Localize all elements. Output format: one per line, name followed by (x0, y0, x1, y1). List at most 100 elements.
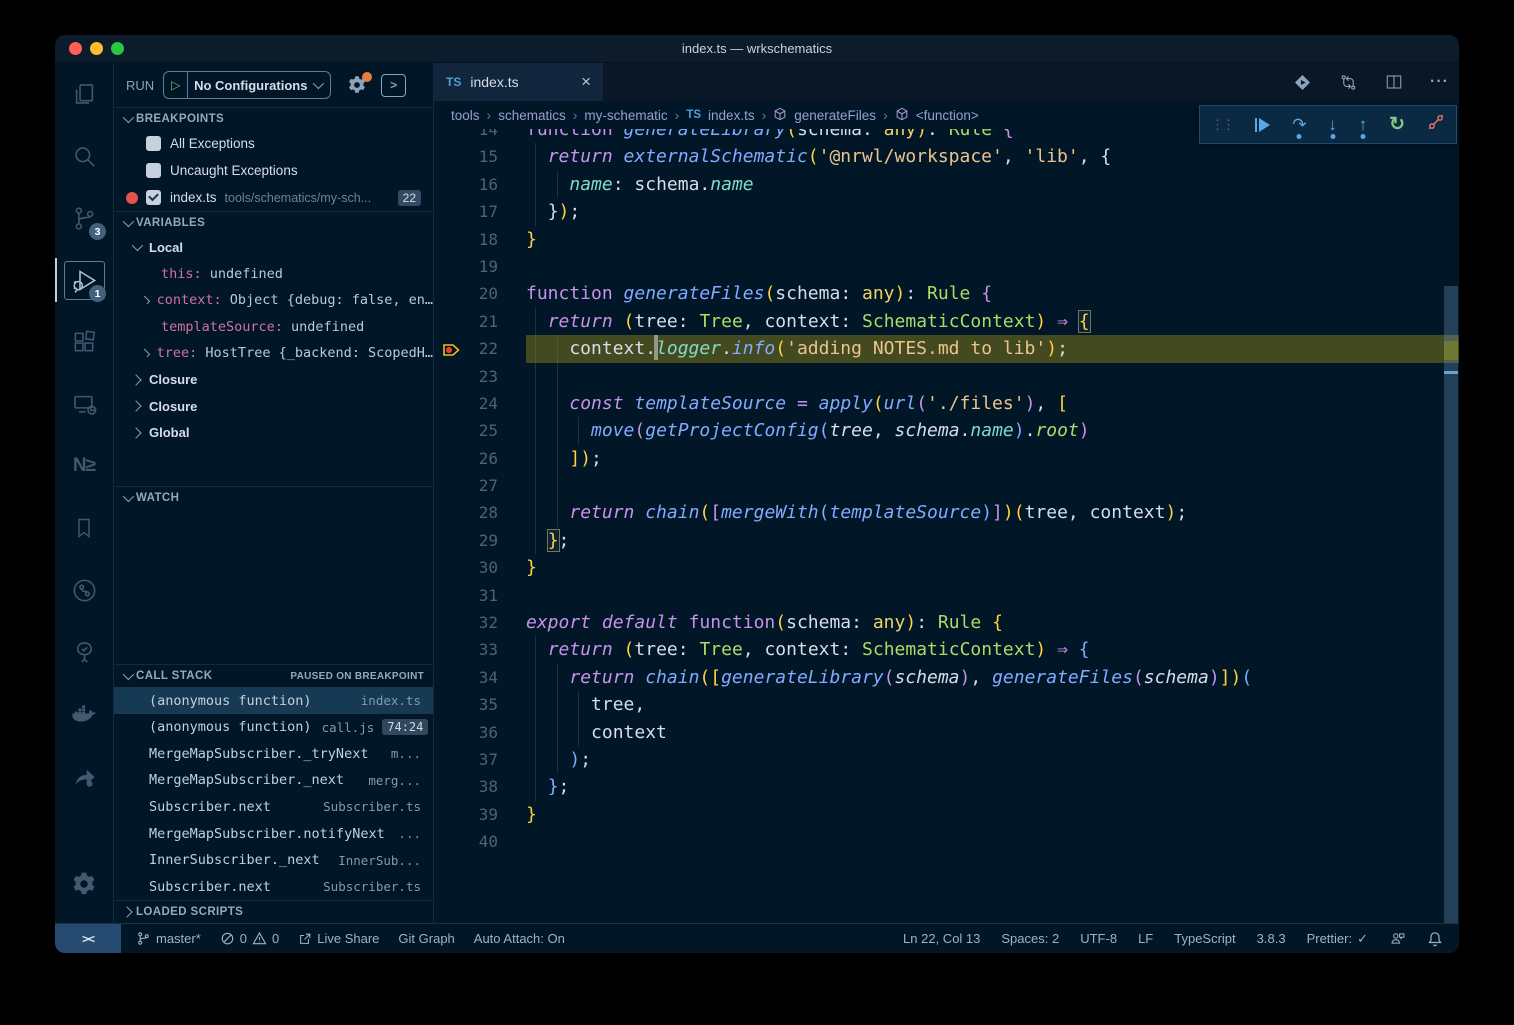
call-stack-frame[interactable]: (anonymous function)call.js74:24 (114, 714, 433, 741)
line-number-gutter[interactable]: 33 (434, 636, 526, 663)
feedback-button[interactable] (1389, 930, 1406, 947)
checkbox-unchecked[interactable] (146, 163, 161, 178)
line-number-gutter[interactable]: 21 (434, 308, 526, 335)
line-number-gutter[interactable]: 31 (434, 582, 526, 609)
call-stack-frame[interactable]: MergeMapSubscriber.notifyNext... (114, 820, 433, 847)
sidebar-item-bookmarks[interactable] (55, 497, 113, 559)
line-number-gutter[interactable]: 39 (434, 801, 526, 828)
breakpoint-row[interactable]: Uncaught Exceptions (114, 157, 433, 184)
line-number-gutter[interactable]: 37 (434, 746, 526, 773)
breadcrumb-item[interactable]: my-schematic (584, 108, 667, 123)
variable-row[interactable]: tree: HostTree {_backend: ScopedH… (114, 340, 433, 367)
close-window-button[interactable] (69, 42, 82, 55)
continue-button[interactable] (1255, 118, 1271, 132)
git-graph-button[interactable]: Git Graph (398, 931, 454, 946)
line-number-gutter[interactable]: 29 (434, 527, 526, 554)
auto-attach-toggle[interactable]: Auto Attach: On (474, 931, 565, 946)
sidebar-item-git-graph[interactable] (55, 559, 113, 621)
step-into-button[interactable]: ↓ (1328, 115, 1337, 135)
line-number-gutter[interactable]: 24 (434, 390, 526, 417)
line-number-gutter[interactable]: 35 (434, 691, 526, 718)
cursor-position-status[interactable]: Ln 22, Col 13 (903, 931, 980, 946)
typescript-version-status[interactable]: 3.8.3 (1257, 931, 1286, 946)
watch-header[interactable]: WATCH (114, 486, 433, 509)
line-number-gutter[interactable]: 18 (434, 226, 526, 253)
checkbox-checked[interactable] (146, 190, 161, 205)
encoding-status[interactable]: UTF-8 (1080, 931, 1117, 946)
line-number-gutter[interactable]: 28 (434, 499, 526, 526)
sidebar-item-testing[interactable] (55, 621, 113, 683)
minimize-window-button[interactable] (90, 42, 103, 55)
notifications-button[interactable] (1427, 931, 1443, 947)
call-stack-frame[interactable]: Subscriber.nextSubscriber.ts (114, 873, 433, 900)
line-number-gutter[interactable]: 25 (434, 417, 526, 444)
line-number-gutter[interactable]: 23 (434, 363, 526, 390)
variable-row[interactable]: Local (114, 234, 433, 261)
sidebar-item-search[interactable] (55, 125, 113, 187)
split-editor-icon[interactable] (1385, 73, 1403, 91)
variable-row[interactable]: templateSource: undefined (114, 314, 433, 341)
line-number-gutter[interactable]: 20 (434, 280, 526, 307)
sidebar-item-explorer[interactable] (55, 63, 113, 125)
call-stack-frame[interactable]: InnerSubscriber._nextInnerSub... (114, 847, 433, 874)
breakpoint-row[interactable]: All Exceptions (114, 130, 433, 157)
language-mode-status[interactable]: TypeScript (1174, 931, 1235, 946)
breadcrumb-item[interactable]: <function> (916, 108, 979, 123)
restart-button[interactable]: ↻ (1389, 113, 1405, 136)
breakpoints-header[interactable]: BREAKPOINTS (114, 107, 433, 130)
line-number-gutter[interactable]: 32 (434, 609, 526, 636)
line-number-gutter[interactable]: 15 (434, 143, 526, 170)
loaded-scripts-header[interactable]: LOADED SCRIPTS (114, 900, 433, 923)
manage-gear-button[interactable] (55, 853, 113, 915)
line-number-gutter[interactable]: 14 (434, 129, 526, 143)
zoom-window-button[interactable] (111, 42, 124, 55)
eol-status[interactable]: LF (1138, 931, 1153, 946)
breadcrumb-item[interactable]: tools (451, 108, 480, 123)
call-stack-frame[interactable]: (anonymous function)index.ts (114, 687, 433, 714)
line-number-gutter[interactable]: 17 (434, 198, 526, 225)
call-stack-frame[interactable]: MergeMapSubscriber._tryNextm... (114, 740, 433, 767)
step-out-button[interactable]: ↑ (1359, 115, 1368, 135)
launch-config-dropdown[interactable]: ▷ No Configurations (163, 71, 331, 99)
sidebar-item-run-debug[interactable]: 1 (55, 249, 113, 311)
line-number-gutter[interactable]: 34 (434, 664, 526, 691)
variable-row[interactable]: Closure (114, 367, 433, 394)
run-diamond-icon[interactable] (1293, 73, 1312, 92)
line-number-gutter[interactable]: 19 (434, 253, 526, 280)
sidebar-item-docker[interactable] (55, 683, 113, 745)
variables-header[interactable]: VARIABLES (114, 211, 433, 234)
toolbar-drag-grip[interactable]: ⋮⋮ (1211, 117, 1233, 133)
close-tab-icon[interactable]: × (581, 72, 591, 92)
prettier-status[interactable]: Prettier: ✓ (1307, 931, 1368, 947)
checkbox-unchecked[interactable] (146, 136, 161, 151)
git-branch-status[interactable]: master* (136, 931, 201, 946)
variable-row[interactable]: this: undefined (114, 261, 433, 288)
sidebar-item-extensions[interactable] (55, 311, 113, 373)
variable-row[interactable]: context: Object {debug: false, en… (114, 287, 433, 314)
line-number-gutter[interactable]: 40 (434, 828, 526, 855)
variable-row[interactable]: Global (114, 420, 433, 447)
tab-index-ts[interactable]: TS index.ts × (434, 63, 603, 101)
breadcrumb-item[interactable]: index.ts (708, 108, 755, 123)
call-stack-frame[interactable]: MergeMapSubscriber._nextmerg... (114, 767, 433, 794)
sidebar-item-nx-console[interactable]: N≥ (55, 435, 113, 497)
breadcrumb-item[interactable]: schematics (498, 108, 566, 123)
line-number-gutter[interactable]: 16 (434, 171, 526, 198)
call-stack-header[interactable]: CALL STACK PAUSED ON BREAKPOINT (114, 664, 433, 687)
editor-scrollbar[interactable] (1444, 286, 1458, 923)
breadcrumb-item[interactable]: generateFiles (794, 108, 876, 123)
start-debug-icon[interactable]: ▷ (164, 78, 187, 92)
more-actions-icon[interactable]: ··· (1430, 73, 1449, 91)
indentation-status[interactable]: Spaces: 2 (1001, 931, 1059, 946)
code-editor[interactable]: 14function generateLibrary(schema: any):… (434, 129, 1459, 923)
line-number-gutter[interactable]: 27 (434, 472, 526, 499)
sidebar-item-remote-explorer[interactable] (55, 373, 113, 435)
line-number-gutter[interactable]: 26 (434, 445, 526, 472)
configure-launch-button[interactable] (347, 75, 367, 95)
sidebar-item-source-control[interactable]: 3 (55, 187, 113, 249)
compare-changes-icon[interactable] (1339, 73, 1358, 92)
call-stack-frame[interactable]: Subscriber.nextSubscriber.ts (114, 794, 433, 821)
disconnect-button[interactable] (1427, 113, 1445, 136)
remote-indicator[interactable]: >< (55, 924, 121, 953)
problems-status[interactable]: 0 0 (220, 931, 279, 946)
